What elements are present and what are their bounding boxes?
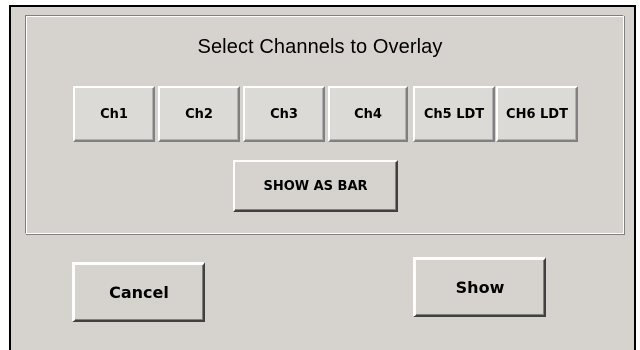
channel-button-ch5-ldt[interactable]: Ch5 LDT xyxy=(413,86,495,142)
channel-button-ch6-ldt[interactable]: CH6 LDT xyxy=(496,86,578,142)
channel-button-ch1[interactable]: Ch1 xyxy=(73,86,155,142)
channel-button-ch2[interactable]: Ch2 xyxy=(158,86,240,142)
show-as-bar-button[interactable]: SHOW AS BAR xyxy=(233,160,398,212)
group-title: Select Channels to Overlay xyxy=(197,36,443,58)
show-button[interactable]: Show xyxy=(413,257,546,317)
channel-button-ch4[interactable]: Ch4 xyxy=(328,86,408,142)
channel-button-ch3[interactable]: Ch3 xyxy=(243,86,325,142)
cancel-button[interactable]: Cancel xyxy=(72,262,205,322)
